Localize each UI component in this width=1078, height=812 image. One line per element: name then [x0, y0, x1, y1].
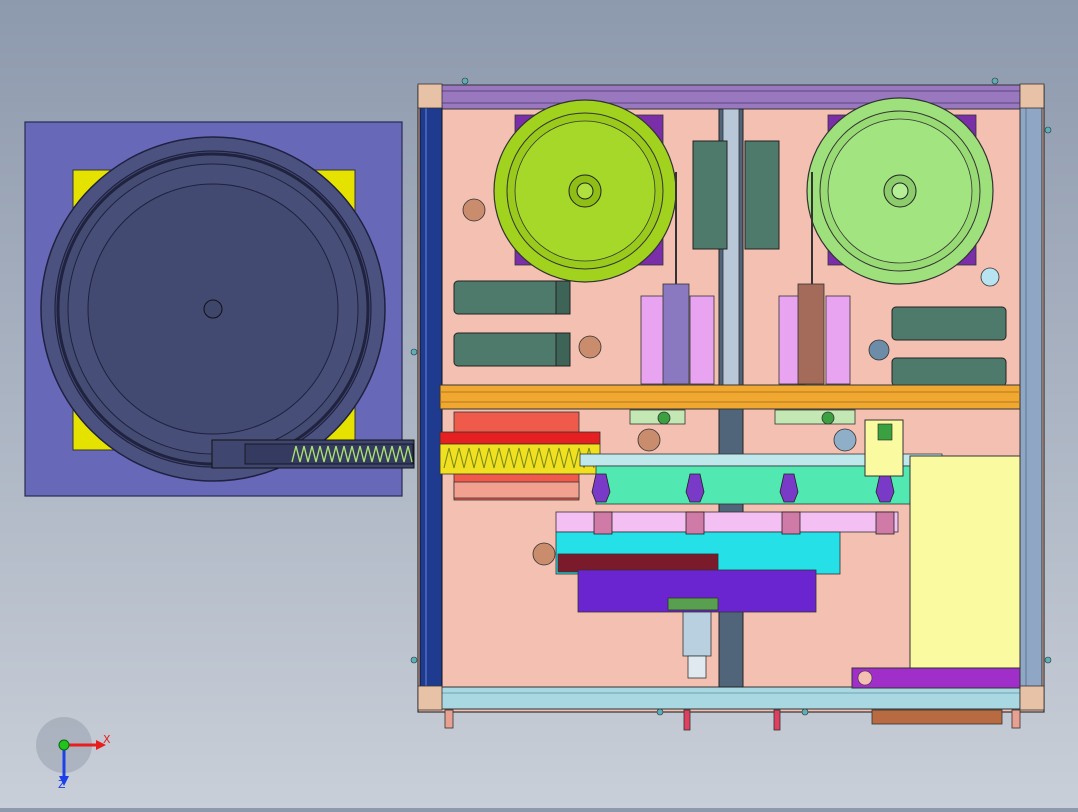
orange-crossbar: [439, 384, 1021, 410]
purple-bar: [851, 667, 1021, 689]
bottom-fittings: [444, 709, 1021, 731]
x-axis-label: X: [103, 733, 111, 746]
left-reel[interactable]: [493, 99, 677, 283]
yellow-panel: [909, 455, 1021, 669]
frame-right-profile: [1019, 105, 1043, 689]
frame-bottom-profile: [439, 686, 1021, 710]
cad-viewport[interactable]: X Z: [0, 0, 1078, 808]
axis-triad: [36, 717, 106, 786]
z-axis-label: Z: [58, 778, 66, 791]
assembly-drawing: [24, 77, 1052, 786]
feeder-bowl-center-hole: [203, 299, 223, 319]
feed-jig: [439, 411, 601, 501]
right-reel[interactable]: [806, 97, 994, 285]
main-machine[interactable]: [410, 77, 1052, 731]
frame-left-profile: [419, 105, 443, 689]
bowl-feeder[interactable]: [24, 121, 415, 497]
